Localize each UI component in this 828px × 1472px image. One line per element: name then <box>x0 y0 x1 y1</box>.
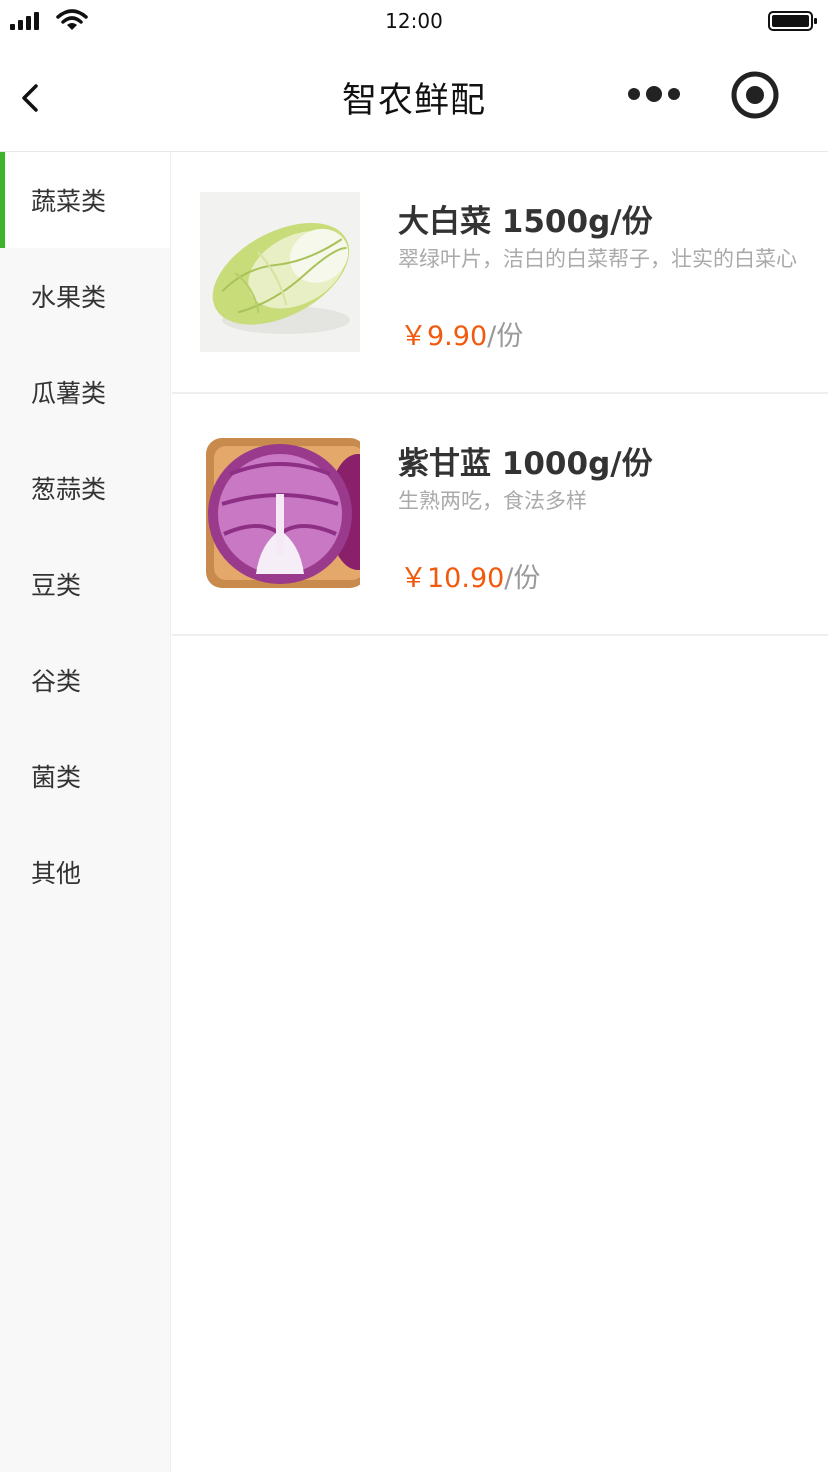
product-list: 大白菜 1500g/份 翠绿叶片，洁白的白菜帮子，壮实的白菜心 ￥9.90/份 … <box>172 152 828 636</box>
sidebar-item-label: 菌类 <box>31 763 82 792</box>
status-bar: 12:00 <box>0 0 828 44</box>
sidebar-item-grains[interactable]: 谷类 <box>0 632 170 728</box>
battery-icon <box>768 11 817 31</box>
more-options-icon[interactable] <box>624 82 684 106</box>
sidebar-item-beans[interactable]: 豆类 <box>0 536 170 632</box>
navigation-bar: 智农鲜配 <box>0 44 828 152</box>
napa-cabbage-image[interactable] <box>200 192 360 352</box>
sidebar-item-melons-tubers[interactable]: 瓜薯类 <box>0 344 170 440</box>
price-unit: /份 <box>487 321 524 352</box>
product-description: 生熟两吃，食法多样 <box>398 489 587 513</box>
red-cabbage-image[interactable] <box>200 434 360 594</box>
price-amount: 9.90 <box>427 321 488 352</box>
price-currency: ￥ <box>400 563 427 594</box>
product-description: 翠绿叶片，洁白的白菜帮子，壮实的白菜心 <box>398 247 797 271</box>
sidebar-item-mushrooms[interactable]: 菌类 <box>0 728 170 824</box>
status-time: 12:00 <box>385 9 443 33</box>
sidebar-item-label: 豆类 <box>31 571 82 600</box>
napa-cabbage-icon <box>200 192 360 352</box>
sidebar-item-vegetables[interactable]: 蔬菜类 <box>0 152 170 248</box>
sidebar-item-label: 水果类 <box>31 283 107 312</box>
sidebar-item-label: 瓜薯类 <box>31 379 107 408</box>
category-sidebar: 蔬菜类 水果类 瓜薯类 葱蒜类 豆类 谷类 菌类 其他 <box>0 152 171 1472</box>
product-name: 紫甘蓝 1000g/份 <box>398 446 653 482</box>
sidebar-item-label: 谷类 <box>31 667 82 696</box>
product-name: 大白菜 1500g/份 <box>398 204 653 240</box>
price-currency: ￥ <box>400 321 427 352</box>
sidebar-item-other[interactable]: 其他 <box>0 824 170 920</box>
price-amount: 10.90 <box>427 563 505 594</box>
red-cabbage-icon <box>200 434 360 594</box>
sidebar-item-onions-garlic[interactable]: 葱蒜类 <box>0 440 170 536</box>
product-card[interactable]: 紫甘蓝 1000g/份 生熟两吃，食法多样 ￥10.90/份 <box>172 394 828 636</box>
sidebar-item-label: 其他 <box>31 859 82 888</box>
close-miniprogram-icon[interactable] <box>730 70 780 120</box>
product-card[interactable]: 大白菜 1500g/份 翠绿叶片，洁白的白菜帮子，壮实的白菜心 ￥9.90/份 <box>172 152 828 394</box>
sidebar-item-label: 葱蒜类 <box>31 475 107 504</box>
sidebar-item-label: 蔬菜类 <box>31 187 107 216</box>
product-price: ￥10.90/份 <box>400 556 540 595</box>
sidebar-item-fruits[interactable]: 水果类 <box>0 248 170 344</box>
price-unit: /份 <box>504 563 541 594</box>
product-price: ￥9.90/份 <box>400 314 523 353</box>
page-title: 智农鲜配 <box>341 81 486 121</box>
